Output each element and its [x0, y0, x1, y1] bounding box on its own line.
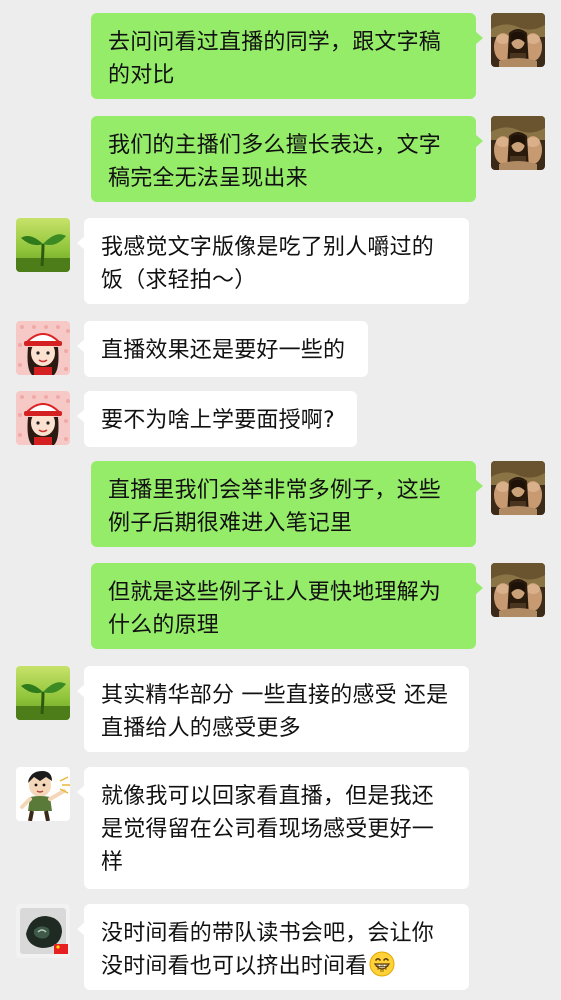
message-text: 直播效果还是要好一些的: [101, 338, 346, 363]
outgoing-message-bubble[interactable]: 我们的主播们多么擅长表达，文字稿完全无法呈现出来: [91, 116, 483, 202]
chat-message: 要不为啥上学要面授啊?: [0, 391, 561, 447]
mona-lisa-avatar[interactable]: [491, 116, 545, 170]
message-text: 去问问看过直播的同学，跟文字稿的对比: [108, 30, 442, 88]
outgoing-message-bubble[interactable]: 但就是这些例子让人更快地理解为什么的原理: [91, 563, 483, 649]
mona-lisa-avatar[interactable]: [491, 13, 545, 67]
chat-message: 直播里我们会举非常多例子，这些例子后期很难进入笔记里: [0, 461, 561, 547]
stone-avatar[interactable]: [16, 904, 70, 958]
chat-message: 我们的主播们多么擅长表达，文字稿完全无法呈现出来: [0, 116, 561, 202]
incoming-message-bubble[interactable]: 就像我可以回家看直播，但是我还是觉得留在公司看现场感受更好一样: [77, 767, 469, 889]
message-text: 我们的主播们多么擅长表达，文字稿完全无法呈现出来: [108, 133, 442, 191]
incoming-message-bubble[interactable]: 直播效果还是要好一些的: [77, 321, 368, 377]
message-text: 其实精华部分 一些直接的感受 还是直播给人的感受更多: [101, 683, 449, 741]
incoming-message-bubble[interactable]: 没时间看的带队读书会吧，会让你没时间看也可以挤出时间看: [77, 904, 469, 990]
mona-lisa-avatar[interactable]: [491, 461, 545, 515]
chat-message: 直播效果还是要好一些的: [0, 321, 561, 377]
incoming-message-bubble[interactable]: 要不为啥上学要面授啊?: [77, 391, 357, 447]
message-text: 直播里我们会举非常多例子，这些例子后期很难进入笔记里: [108, 478, 442, 536]
chat-message: 没时间看的带队读书会吧，会让你没时间看也可以挤出时间看: [0, 904, 561, 990]
chat-message: 去问问看过直播的同学，跟文字稿的对比: [0, 13, 561, 99]
chat-message: 就像我可以回家看直播，但是我还是觉得留在公司看现场感受更好一样: [0, 767, 561, 889]
outgoing-message-bubble[interactable]: 去问问看过直播的同学，跟文字稿的对比: [91, 13, 483, 99]
cartoon-girl-avatar[interactable]: [16, 391, 70, 445]
chat-message: 我感觉文字版像是吃了别人嚼过的饭（求轻拍～）: [0, 218, 561, 304]
message-text: 但就是这些例子让人更快地理解为什么的原理: [108, 580, 442, 638]
message-text: 要不为啥上学要面授啊?: [101, 408, 335, 433]
grinning-face-emoji: [369, 951, 395, 977]
chat-window: 去问问看过直播的同学，跟文字稿的对比 我们的主播们多么擅长表达，文字稿完全无法呈…: [0, 0, 561, 1000]
sprout-avatar[interactable]: [16, 666, 70, 720]
mona-lisa-avatar[interactable]: [491, 563, 545, 617]
outgoing-message-bubble[interactable]: 直播里我们会举非常多例子，这些例子后期很难进入笔记里: [91, 461, 483, 547]
incoming-message-bubble[interactable]: 其实精华部分 一些直接的感受 还是直播给人的感受更多: [77, 666, 469, 752]
cartoon-girl-avatar[interactable]: [16, 321, 70, 375]
sprout-avatar[interactable]: [16, 218, 70, 272]
chat-message: 但就是这些例子让人更快地理解为什么的原理: [0, 563, 561, 649]
cartoon-boy-avatar[interactable]: [16, 767, 70, 821]
message-text: 我感觉文字版像是吃了别人嚼过的饭（求轻拍～）: [101, 235, 435, 293]
chat-message: 其实精华部分 一些直接的感受 还是直播给人的感受更多: [0, 666, 561, 752]
incoming-message-bubble[interactable]: 我感觉文字版像是吃了别人嚼过的饭（求轻拍～）: [77, 218, 469, 304]
message-text: 就像我可以回家看直播，但是我还是觉得留在公司看现场感受更好一样: [101, 784, 435, 875]
